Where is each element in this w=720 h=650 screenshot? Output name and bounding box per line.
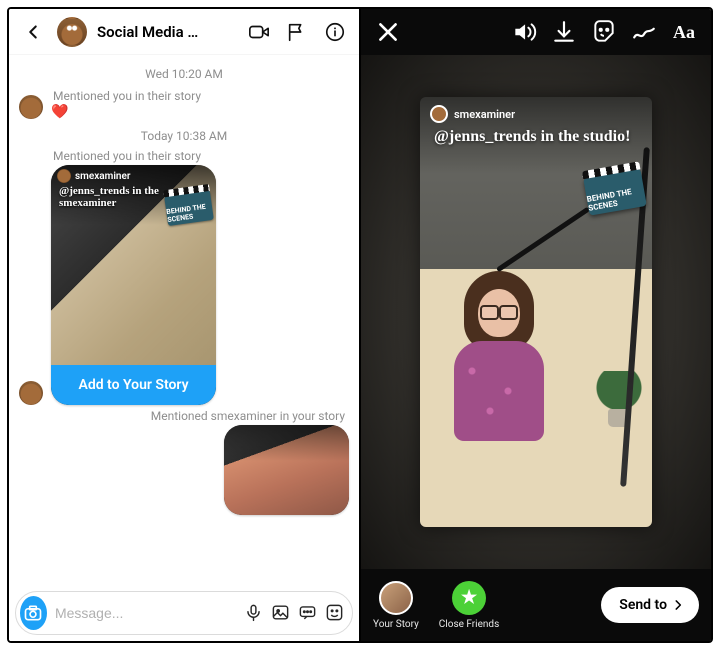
mention-text: Mentioned smexaminer in your story	[149, 409, 349, 423]
story-author-chip: smexaminer	[57, 169, 131, 183]
sticker-icon[interactable]	[325, 601, 344, 625]
close-friends-star-icon: ★	[452, 581, 486, 615]
voice-message-icon[interactable]	[244, 601, 263, 625]
draw-icon[interactable]	[631, 19, 657, 45]
story-caption-text[interactable]: @jenns_trends in the studio!	[434, 127, 638, 147]
message-row: Mentioned you in their story ❤️	[13, 87, 355, 121]
decor-plant	[596, 371, 642, 427]
gallery-icon[interactable]	[271, 601, 290, 625]
send-to-button[interactable]: Send to	[601, 587, 699, 623]
story-mention-card[interactable]: smexaminer @jenns_trends in the smexamin…	[51, 165, 216, 405]
video-call-icon[interactable]	[245, 18, 273, 46]
mention-text: Mentioned you in their story	[51, 89, 201, 103]
message-row-outgoing: Mentioned smexaminer in your story	[13, 407, 355, 517]
back-icon[interactable]	[19, 18, 47, 46]
close-friends-label: Close Friends	[439, 619, 499, 630]
quick-reply-icon[interactable]	[298, 601, 317, 625]
camera-button[interactable]	[20, 596, 47, 630]
mic-arm	[496, 207, 590, 273]
story-author-avatar-icon	[430, 105, 448, 123]
message-row: smexaminer @jenns_trends in the smexamin…	[13, 163, 355, 407]
your-story-target[interactable]: Your Story	[373, 581, 419, 630]
subject-person	[448, 271, 548, 431]
timestamp: Today 10:38 AM	[13, 129, 355, 143]
editor-toolbar: Aa	[361, 9, 711, 55]
add-to-your-story-button[interactable]: Add to Your Story	[51, 365, 216, 405]
editor-bottom-bar: Your Story ★ Close Friends Send to	[361, 569, 711, 641]
flag-icon[interactable]	[283, 18, 311, 46]
dm-header: Social Media …	[9, 9, 359, 55]
story-author-avatar-icon	[57, 169, 71, 183]
mention-text: Mentioned you in their story	[13, 149, 355, 163]
messages-area[interactable]: Wed 10:20 AM Mentioned you in their stor…	[9, 55, 359, 585]
sound-icon[interactable]	[511, 19, 537, 45]
download-icon[interactable]	[551, 19, 577, 45]
story-editor-pane: Aa smexaminer @jenns_trends in the studi…	[361, 9, 711, 641]
behind-the-scenes-badge: BEHIND THE SCENES	[164, 190, 214, 226]
thread-title[interactable]: Social Media …	[97, 23, 235, 41]
sticker-icon[interactable]	[591, 19, 617, 45]
send-to-label: Send to	[619, 597, 667, 613]
story-preview-image: smexaminer @jenns_trends in the smexamin…	[51, 165, 216, 365]
dm-pane: Social Media … Wed 10:20 AM Mentioned yo…	[9, 9, 361, 641]
behind-the-scenes-badge[interactable]: BEHIND THE SCENES	[583, 168, 647, 215]
story-author-name: smexaminer	[454, 108, 515, 121]
thread-avatar[interactable]	[57, 17, 87, 47]
your-story-label: Your Story	[373, 619, 419, 630]
message-input[interactable]	[55, 605, 236, 621]
info-icon[interactable]	[321, 18, 349, 46]
story-author-chip[interactable]: smexaminer	[430, 105, 515, 123]
message-composer	[15, 591, 353, 635]
timestamp: Wed 10:20 AM	[13, 67, 355, 81]
text-tool-button[interactable]: Aa	[671, 19, 697, 45]
story-canvas[interactable]: smexaminer @jenns_trends in the studio! …	[420, 97, 652, 527]
close-icon[interactable]	[375, 19, 401, 45]
story-preview-image	[224, 425, 349, 515]
sender-avatar[interactable]	[19, 95, 43, 119]
your-story-avatar-icon	[379, 581, 413, 615]
close-friends-target[interactable]: ★ Close Friends	[439, 581, 499, 630]
editor-stage[interactable]: smexaminer @jenns_trends in the studio! …	[361, 55, 711, 569]
story-author-name: smexaminer	[75, 171, 131, 182]
heart-reaction-icon[interactable]: ❤️	[51, 105, 68, 119]
chevron-right-icon	[671, 598, 685, 612]
story-mention-card[interactable]	[224, 425, 349, 515]
sender-avatar[interactable]	[19, 381, 43, 405]
